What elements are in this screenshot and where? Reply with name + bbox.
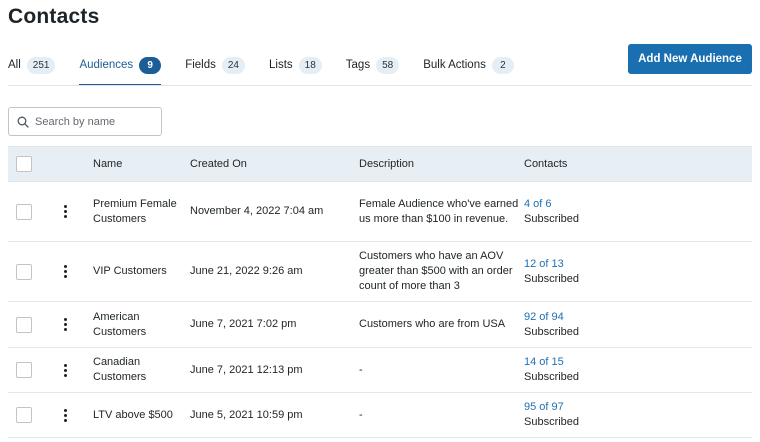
contacts-cell: 92 of 94 Subscribed bbox=[524, 310, 674, 340]
tab-label: Tags bbox=[345, 59, 371, 71]
tab-count-badge: 24 bbox=[221, 57, 245, 74]
tab-audiences[interactable]: Audiences 9 bbox=[79, 52, 162, 86]
created-on: June 5, 2021 10:59 pm bbox=[190, 408, 303, 421]
page-title: Contacts bbox=[8, 5, 100, 28]
tab-bar: All 251 Audiences 9 Fields 24 Lists 18 T… bbox=[8, 52, 538, 86]
audience-name[interactable]: Canadian Customers bbox=[93, 355, 190, 385]
tab-label: Fields bbox=[185, 59, 216, 71]
description: Customers who have an AOV greater than $… bbox=[359, 250, 513, 292]
tab-all[interactable]: All 251 bbox=[8, 52, 56, 86]
contacts-cell: 14 of 15 Subscribed bbox=[524, 355, 674, 385]
tab-count-badge: 18 bbox=[298, 57, 322, 74]
more-actions-icon[interactable] bbox=[63, 408, 67, 422]
contacts-status: Subscribed bbox=[524, 371, 580, 383]
select-all-checkbox[interactable] bbox=[16, 156, 32, 172]
created-on: June 21, 2022 9:26 am bbox=[190, 265, 303, 277]
audiences-table: Name Created On Description Contacts Pre… bbox=[8, 146, 752, 438]
add-new-audience-button[interactable]: Add New Audience bbox=[628, 44, 752, 74]
description: - bbox=[359, 363, 363, 376]
audience-name[interactable]: VIP Customers bbox=[93, 264, 190, 279]
tab-label: Lists bbox=[269, 59, 293, 71]
tab-lists[interactable]: Lists 18 bbox=[269, 52, 322, 86]
column-header-name[interactable]: Name bbox=[93, 157, 190, 172]
more-actions-icon[interactable] bbox=[63, 318, 67, 331]
description: Customers who are from USA bbox=[359, 318, 506, 330]
table-header: Name Created On Description Contacts bbox=[8, 146, 752, 182]
table-row: Canadian Customers June 7, 2021 12:13 pm… bbox=[8, 348, 752, 393]
contacts-status: Subscribed bbox=[524, 212, 580, 225]
tab-count-badge: 9 bbox=[139, 57, 162, 74]
contacts-count-link[interactable]: 14 of 15 bbox=[524, 355, 674, 370]
row-checkbox[interactable] bbox=[16, 362, 32, 378]
column-header-created-on[interactable]: Created On bbox=[190, 157, 359, 172]
table-row: Premium Female Customers November 4, 202… bbox=[8, 182, 752, 242]
tab-count-badge: 58 bbox=[376, 57, 400, 74]
contacts-count-link[interactable]: 92 of 94 bbox=[524, 310, 674, 325]
contacts-status: Subscribed bbox=[524, 416, 580, 428]
created-on: June 7, 2021 12:13 pm bbox=[190, 363, 303, 376]
row-checkbox[interactable] bbox=[16, 407, 32, 423]
contacts-cell: 12 of 13 Subscribed bbox=[524, 257, 674, 287]
contacts-count-link[interactable]: 95 of 97 bbox=[524, 400, 674, 415]
search-input[interactable] bbox=[35, 115, 155, 128]
column-header-description: Description bbox=[359, 157, 415, 170]
contacts-count-link[interactable]: 4 of 6 bbox=[524, 197, 674, 212]
tab-label: Audiences bbox=[79, 59, 134, 71]
audience-name[interactable]: LTV above $500 bbox=[93, 408, 190, 423]
description: - bbox=[359, 408, 363, 421]
table-row: VIP Customers June 21, 2022 9:26 am Cust… bbox=[8, 242, 752, 302]
created-on: November 4, 2022 7:04 am bbox=[190, 205, 324, 217]
audience-name[interactable]: American Customers bbox=[93, 310, 190, 340]
tab-count-badge: 2 bbox=[491, 57, 514, 74]
created-on: June 7, 2021 7:02 pm bbox=[190, 318, 297, 330]
contacts-count-link[interactable]: 12 of 13 bbox=[524, 257, 674, 272]
tab-count-badge: 251 bbox=[26, 57, 56, 74]
row-checkbox[interactable] bbox=[16, 316, 32, 333]
tabs-divider bbox=[8, 85, 752, 86]
more-actions-icon[interactable] bbox=[63, 265, 67, 278]
tab-tags[interactable]: Tags 58 bbox=[345, 52, 400, 86]
search-box[interactable] bbox=[8, 107, 162, 136]
tab-bulk-actions[interactable]: Bulk Actions 2 bbox=[423, 52, 514, 86]
more-actions-icon[interactable] bbox=[63, 363, 67, 377]
contacts-cell: 4 of 6 Subscribed bbox=[524, 197, 674, 227]
description: Female Audience who've earned us more th… bbox=[359, 197, 519, 225]
contacts-status: Subscribed bbox=[524, 325, 580, 338]
tab-label: Bulk Actions bbox=[423, 59, 486, 71]
contacts-status: Subscribed bbox=[524, 272, 580, 285]
search-icon bbox=[17, 116, 29, 128]
row-checkbox[interactable] bbox=[16, 263, 32, 280]
table-row: LTV above $500 June 5, 2021 10:59 pm - 9… bbox=[8, 393, 752, 438]
contacts-cell: 95 of 97 Subscribed bbox=[524, 400, 674, 430]
tab-label: All bbox=[8, 59, 21, 71]
table-row: American Customers June 7, 2021 7:02 pm … bbox=[8, 302, 752, 348]
tab-fields[interactable]: Fields 24 bbox=[185, 52, 245, 86]
audience-name[interactable]: Premium Female Customers bbox=[93, 197, 190, 227]
row-checkbox[interactable] bbox=[16, 203, 32, 220]
column-header-contacts: Contacts bbox=[524, 157, 568, 170]
more-actions-icon[interactable] bbox=[63, 205, 67, 218]
